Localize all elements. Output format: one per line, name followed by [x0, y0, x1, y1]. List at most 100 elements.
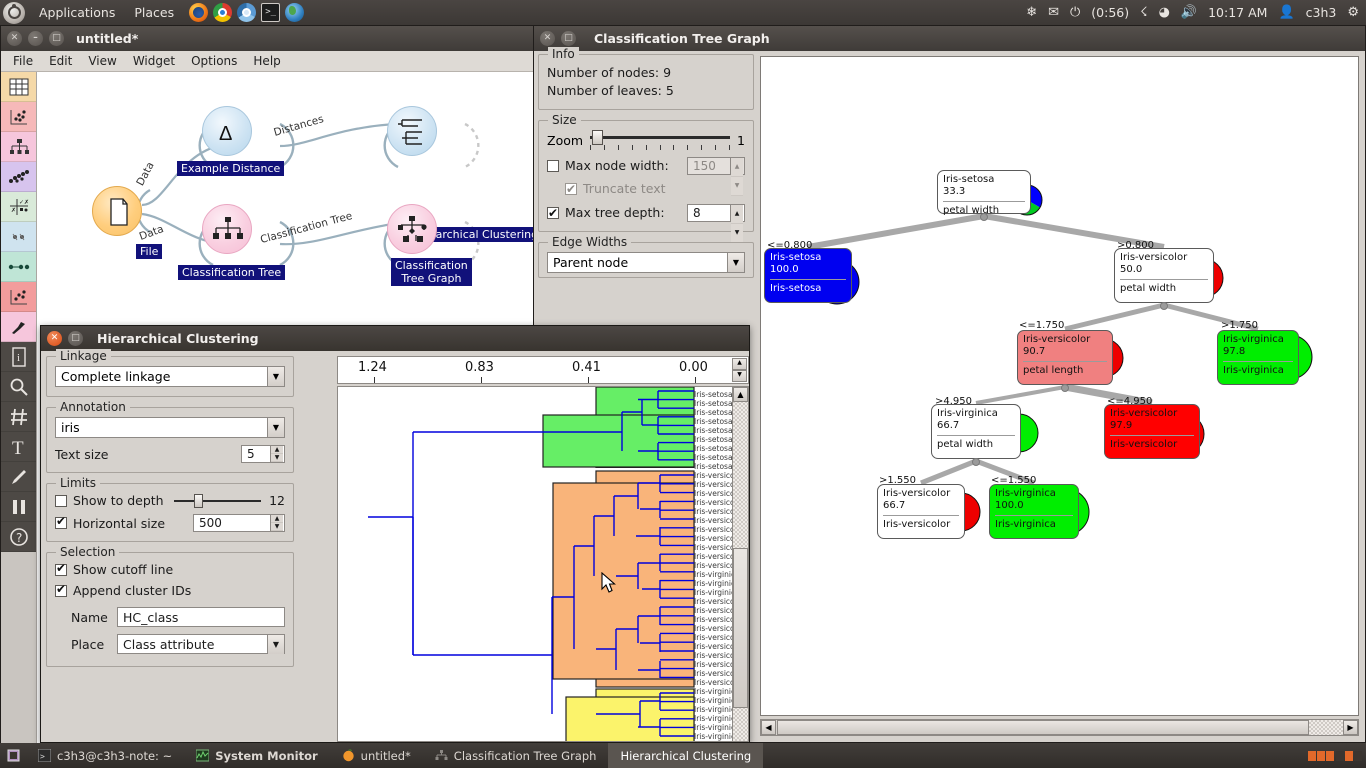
text-size-spinner[interactable]: 5 ▲ ▼	[241, 445, 285, 463]
tree-node[interactable]: Iris-setosa 100.0 Iris-setosa	[764, 248, 852, 303]
menu-file[interactable]: File	[5, 52, 41, 70]
taskbar-item-terminal[interactable]: > c3h3@c3h3-note: ~	[26, 743, 184, 768]
panel-menu-places[interactable]: Places	[129, 5, 179, 20]
paint-icon[interactable]	[1, 312, 36, 342]
text-icon[interactable]: T	[1, 432, 36, 462]
show-to-depth-slider[interactable]	[173, 493, 262, 508]
minimize-icon[interactable]: –	[28, 31, 43, 46]
chrome-icon[interactable]	[213, 3, 233, 22]
ruler-up-icon[interactable]: ▲	[732, 358, 747, 370]
bluetooth-icon[interactable]: ☇	[1140, 6, 1147, 19]
pen-icon[interactable]	[1, 462, 36, 492]
max-tree-depth-checkbox[interactable]	[547, 204, 559, 222]
tree-graph-hscrollbar[interactable]: ◀ ▶	[760, 719, 1359, 736]
menu-help[interactable]: Help	[245, 52, 288, 70]
dropbox-icon[interactable]: ❄	[1026, 6, 1037, 19]
vscroll-trough-upper[interactable]	[733, 403, 748, 548]
menu-view[interactable]: View	[80, 52, 124, 70]
username-label[interactable]: c3h3	[1306, 5, 1337, 20]
spinner-arrows[interactable]: ▲ ▼	[270, 446, 283, 462]
distributions-icon[interactable]	[1, 162, 36, 192]
linkage-combo[interactable]: Complete linkage ▼	[55, 366, 285, 387]
slider-thumb[interactable]	[193, 493, 203, 508]
zoom-slider-thumb[interactable]	[592, 130, 604, 145]
workspace-switcher[interactable]	[1308, 750, 1366, 761]
chevron-down-icon[interactable]: ▼	[727, 253, 744, 272]
mail-icon[interactable]: ✉	[1048, 6, 1059, 19]
taskbar-item-hierarchical-clustering[interactable]: Hierarchical Clustering	[608, 743, 764, 768]
close-icon[interactable]: ✕	[7, 31, 22, 46]
maximize-icon[interactable]: □	[68, 331, 83, 346]
scroll-left-icon[interactable]: ◀	[761, 720, 776, 735]
spinner-arrows[interactable]: ▲ ▼	[730, 158, 743, 196]
name-input[interactable]: HC_class	[117, 607, 285, 627]
annotation-combo[interactable]: iris ▼	[55, 417, 285, 438]
widget-example-distance[interactable]: Δ	[202, 106, 252, 156]
panel-menu-applications[interactable]: Applications	[34, 5, 120, 20]
ruler-spinner[interactable]: ▲ ▼	[732, 358, 747, 382]
maximize-icon[interactable]: □	[561, 31, 576, 46]
taskbar-item-untitled[interactable]: untitled*	[330, 743, 423, 768]
ubuntu-logo-icon[interactable]	[3, 1, 25, 24]
edge-widths-combo[interactable]: Parent node ▼	[547, 252, 745, 273]
scatter-red-icon[interactable]	[1, 282, 36, 312]
zoom-slider[interactable]	[590, 130, 731, 145]
clock-label[interactable]: 10:17 AM	[1208, 5, 1267, 20]
append-cluster-ids-checkbox[interactable]	[55, 582, 67, 597]
show-cutoff-checkbox[interactable]	[55, 561, 67, 576]
linear-projection-icon[interactable]	[1, 252, 36, 282]
close-icon[interactable]: ✕	[47, 331, 62, 346]
tree-node[interactable]: Iris-virginica 100.0 Iris-virginica	[989, 484, 1079, 539]
workspace-2[interactable]	[1336, 750, 1362, 761]
firefox-icon[interactable]	[189, 3, 209, 22]
sieve-icon[interactable]: ✓✗ ✗	[1, 192, 36, 222]
info-icon[interactable]: i	[1, 342, 36, 372]
hscroll-trough[interactable]	[1309, 720, 1343, 735]
spinner-arrows[interactable]: ▲ ▼	[270, 515, 283, 531]
tree-node[interactable]: Iris-versicolor 50.0 petal width	[1114, 248, 1214, 303]
taskbar-item-system-monitor[interactable]: System Monitor	[184, 743, 329, 768]
chevron-down-icon[interactable]: ▼	[267, 634, 284, 654]
widget-hierarchical-clustering[interactable]	[387, 106, 437, 156]
widget-classification-tree[interactable]	[202, 204, 252, 254]
horizontal-size-checkbox[interactable]	[55, 514, 67, 529]
menu-options[interactable]: Options	[183, 52, 245, 70]
tree-node[interactable]: Iris-versicolor 97.9 Iris-versicolor	[1104, 404, 1200, 459]
terminal-icon[interactable]: >_	[261, 3, 281, 22]
widget-file[interactable]	[92, 186, 142, 236]
max-node-width-checkbox[interactable]	[547, 160, 559, 172]
chevron-down-icon[interactable]: ▼	[267, 367, 284, 386]
hscroll-thumb[interactable]	[777, 720, 1309, 735]
max-node-width-spinner[interactable]: 150 ▲ ▼	[687, 157, 745, 196]
workspace-1[interactable]	[1308, 750, 1334, 761]
tree-node[interactable]: Iris-virginica 66.7 petal width	[931, 404, 1021, 459]
network-icon[interactable]	[1, 222, 36, 252]
globe-icon[interactable]	[285, 3, 305, 22]
show-desktop-icon[interactable]	[0, 749, 26, 762]
table-icon[interactable]	[1, 72, 36, 102]
chevron-down-icon[interactable]: ▼	[267, 418, 284, 437]
dendrogram-vscrollbar[interactable]: ▲	[732, 387, 748, 741]
ruler-down-icon[interactable]: ▼	[732, 370, 747, 382]
tree-node[interactable]: Iris-virginica 97.8 Iris-virginica	[1217, 330, 1299, 385]
zoom-icon[interactable]	[1, 372, 36, 402]
vscroll-thumb[interactable]	[733, 548, 748, 708]
horizontal-size-spinner[interactable]: 500 ▲ ▼	[193, 514, 285, 532]
tree-node[interactable]: Iris-setosa 33.3 petal width	[937, 170, 1031, 216]
pause-icon[interactable]	[1, 492, 36, 522]
maximize-icon[interactable]: □	[49, 31, 64, 46]
battery-icon[interactable]: ⏻	[1070, 6, 1080, 19]
taskbar-item-classification-tree-graph[interactable]: Classification Tree Graph	[423, 743, 609, 768]
scroll-up-icon[interactable]: ▲	[733, 387, 748, 402]
dendrogram-plot[interactable]: Iris-setosa Iris-setosa Iris-setosa Iris-se…	[337, 386, 749, 742]
tree-icon[interactable]	[1, 132, 36, 162]
chromium-icon[interactable]	[237, 3, 257, 22]
wifi-icon[interactable]: ◕	[1159, 6, 1170, 19]
tree-node[interactable]: Iris-versicolor 66.7 Iris-versicolor	[877, 484, 965, 539]
widget-classification-tree-graph[interactable]	[387, 204, 437, 254]
spinner-arrows[interactable]: ▲ ▼	[730, 205, 743, 243]
tree-graph-canvas[interactable]: Iris-setosa 33.3 petal width Iris-setosa 100…	[760, 56, 1359, 716]
volume-icon[interactable]: 🔊	[1181, 6, 1197, 19]
show-to-depth-checkbox[interactable]	[55, 494, 67, 507]
grid-icon[interactable]	[1, 402, 36, 432]
